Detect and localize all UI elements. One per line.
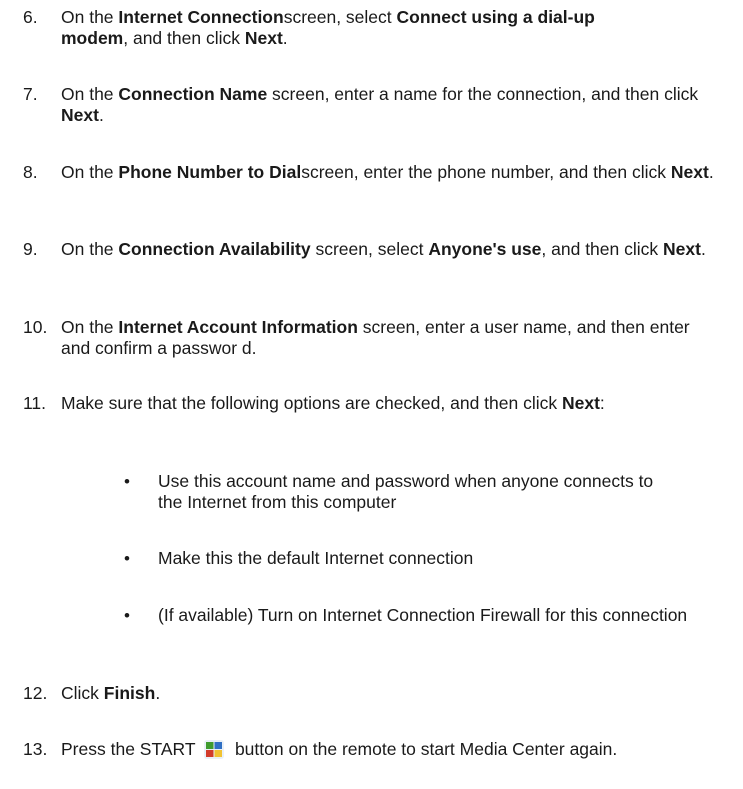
bold-term: Phone Number to Dial — [118, 162, 302, 182]
step-text: On the Connection Name screen, enter a n… — [61, 84, 721, 126]
step-number: 12. — [23, 683, 48, 703]
step-number: 11. — [23, 393, 47, 413]
text-run: . — [155, 683, 161, 703]
option-text: Use this account name and password when … — [158, 471, 654, 512]
bold-term: Connection Name — [118, 84, 268, 104]
text-run: On the — [61, 7, 119, 27]
text-run: screen, select — [310, 239, 429, 259]
step-text: On the Internet Account Information scre… — [61, 317, 721, 359]
bold-term: Anyone's use — [428, 239, 542, 259]
step-text: On the Connection Availability screen, s… — [61, 239, 721, 260]
text-run: Click — [61, 683, 104, 703]
text-run: button on the remote to start Media Cent… — [230, 739, 618, 759]
step-text: On the Phone Number to Dialscreen, enter… — [61, 162, 721, 183]
bold-term: Next — [244, 28, 283, 48]
step-number: 7. — [23, 84, 38, 104]
bold-term: Next — [61, 105, 99, 125]
instruction-document: 6. On the Internet Connectionscreen, sel… — [0, 0, 743, 789]
step-number: 13. — [23, 739, 48, 759]
bold-term: Internet Account Information — [118, 317, 358, 337]
bullet-glyph: • — [124, 472, 130, 491]
text-run: , and then click — [541, 239, 664, 259]
step-text: Click Finish. — [61, 683, 721, 704]
text-run: . — [282, 28, 288, 48]
text-run: On the — [61, 162, 119, 182]
step-number: 9. — [23, 239, 38, 259]
bullet-glyph: • — [124, 606, 130, 625]
text-run: : — [599, 393, 605, 413]
step-number: 10. — [23, 317, 48, 337]
text-run: screen, enter the phone number, and then… — [301, 162, 671, 182]
option-text: (If available) Turn on Internet Connecti… — [158, 605, 688, 625]
bold-term: Next — [670, 162, 709, 182]
bullet-glyph: • — [124, 549, 130, 568]
text-run: On the — [61, 84, 119, 104]
option-text: Make this the default Internet connectio… — [158, 548, 474, 568]
text-run: Make sure that the following options are… — [61, 393, 562, 413]
bold-term: Internet Connection — [118, 7, 284, 27]
text-run: . — [98, 105, 104, 125]
text-run: . — [708, 162, 714, 182]
bold-term: Finish — [103, 683, 156, 703]
text-run: , and then click — [123, 28, 245, 48]
bold-term: Next — [561, 393, 600, 413]
text-run: screen, select — [283, 7, 397, 27]
step-text: Press the START button on the remote to … — [61, 739, 681, 760]
text-run: . — [700, 239, 706, 259]
text-run: On the — [61, 239, 119, 259]
text-run: On the — [61, 317, 119, 337]
step-text: On the Internet Connectionscreen, select… — [61, 7, 661, 49]
step-number: 8. — [23, 162, 38, 182]
step-number: 6. — [23, 7, 38, 27]
step-text: Make sure that the following options are… — [61, 393, 671, 414]
bold-term: Next — [663, 239, 701, 259]
bold-term: Connection Availability — [118, 239, 311, 259]
text-run: Press the START — [61, 739, 201, 759]
text-run: screen, enter a name for the connection,… — [267, 84, 699, 104]
media-center-start-icon — [204, 740, 225, 759]
